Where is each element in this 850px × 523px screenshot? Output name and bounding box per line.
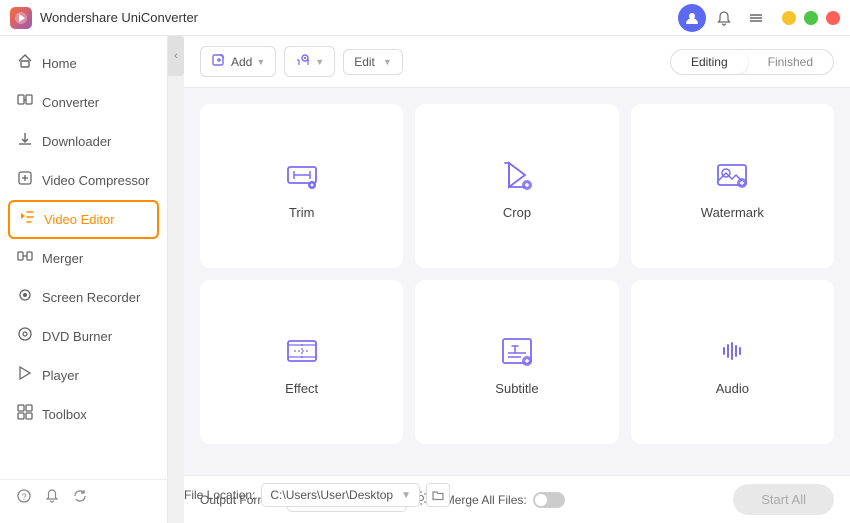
sidebar: Home Converter Downloader	[0, 36, 168, 523]
sidebar-item-player[interactable]: Player	[0, 356, 167, 395]
feature-audio[interactable]: Audio	[631, 280, 834, 444]
sidebar-label-toolbox: Toolbox	[42, 407, 87, 422]
player-icon	[16, 365, 34, 386]
edit-dropdown-arrow: ▼	[383, 57, 392, 67]
converter-icon	[16, 92, 34, 113]
compressor-icon	[16, 170, 34, 191]
notification-icon[interactable]	[710, 4, 738, 32]
watermark-label: Watermark	[701, 205, 764, 220]
add-icon	[211, 52, 227, 71]
file-location-value: C:\Users\User\Desktop	[270, 488, 393, 502]
add-secondary-arrow: ▼	[315, 57, 324, 67]
subtitle-label: Subtitle	[495, 381, 538, 396]
sidebar-item-merger[interactable]: Merger	[0, 239, 167, 278]
help-icon[interactable]: ?	[16, 488, 32, 507]
feature-effect[interactable]: Effect	[200, 280, 403, 444]
trim-label: Trim	[289, 205, 315, 220]
window-controls: − □ ✕	[782, 11, 840, 25]
sidebar-item-video-editor[interactable]: Video Editor	[8, 200, 159, 239]
effect-label: Effect	[285, 381, 318, 396]
merge-toggle[interactable]	[533, 492, 565, 508]
refresh-icon[interactable]	[72, 488, 88, 507]
dvd-icon	[16, 326, 34, 347]
add-secondary-icon	[295, 52, 311, 71]
tab-editing[interactable]: Editing	[671, 50, 748, 74]
sidebar-label-home: Home	[42, 56, 77, 71]
close-button[interactable]: ✕	[826, 11, 840, 25]
feature-crop[interactable]: Crop	[415, 104, 618, 268]
editor-area: Trim Crop	[184, 88, 850, 475]
user-avatar[interactable]	[678, 4, 706, 32]
start-all-button[interactable]: Start All	[733, 484, 834, 515]
feature-grid: Trim Crop	[200, 104, 834, 444]
screen-recorder-icon	[16, 287, 34, 308]
audio-label: Audio	[716, 381, 749, 396]
feature-subtitle[interactable]: Subtitle	[415, 280, 618, 444]
sidebar-item-screen-recorder[interactable]: Screen Recorder	[0, 278, 167, 317]
merge-files-field: Merge All Files:	[445, 492, 565, 508]
sidebar-label-video-compressor: Video Compressor	[42, 173, 149, 188]
add-files-label: Add	[231, 55, 252, 69]
add-files-secondary-button[interactable]: ▼	[284, 46, 335, 77]
file-location-arrow: ▼	[401, 490, 411, 501]
sidebar-item-video-compressor[interactable]: Video Compressor	[0, 161, 167, 200]
main-content: Add ▼ ▼ Edit ▼ Editing	[184, 36, 850, 523]
feature-watermark[interactable]: Watermark	[631, 104, 834, 268]
watermark-icon	[710, 153, 754, 197]
video-editor-icon	[18, 209, 36, 230]
toolbox-icon	[16, 404, 34, 425]
file-location-field: File Location: C:\Users\User\Desktop ▼	[184, 483, 450, 507]
svg-text:?: ?	[21, 492, 26, 502]
sidebar-label-downloader: Downloader	[42, 134, 111, 149]
add-dropdown-arrow: ▼	[256, 57, 265, 67]
sidebar-label-merger: Merger	[42, 251, 83, 266]
trim-icon	[280, 153, 324, 197]
sidebar-item-converter[interactable]: Converter	[0, 83, 167, 122]
browse-folder-button[interactable]	[426, 483, 450, 507]
sidebar-label-video-editor: Video Editor	[44, 212, 115, 227]
menu-icon[interactable]	[742, 4, 770, 32]
file-location-select[interactable]: C:\Users\User\Desktop ▼	[261, 483, 420, 507]
edit-mode-select[interactable]: Edit ▼	[343, 49, 403, 75]
audio-icon	[710, 329, 754, 373]
app-title: Wondershare UniConverter	[40, 10, 678, 25]
sidebar-label-dvd-burner: DVD Burner	[42, 329, 112, 344]
downloader-icon	[16, 131, 34, 152]
add-files-button[interactable]: Add ▼	[200, 46, 276, 77]
sidebar-label-player: Player	[42, 368, 79, 383]
edit-label: Edit	[354, 55, 375, 69]
toolbar: Add ▼ ▼ Edit ▼ Editing	[184, 36, 850, 88]
sidebar-item-home[interactable]: Home	[0, 44, 167, 83]
collapse-sidebar-button[interactable]: ‹	[168, 36, 184, 76]
view-tabs: Editing Finished	[670, 49, 834, 75]
sidebar-label-converter: Converter	[42, 95, 99, 110]
sidebar-label-screen-recorder: Screen Recorder	[42, 290, 140, 305]
sidebar-bottom: ?	[0, 479, 167, 515]
app-logo	[10, 7, 32, 29]
app-body: Home Converter Downloader	[0, 36, 850, 523]
maximize-button[interactable]: □	[804, 11, 818, 25]
file-location-label: File Location:	[184, 488, 255, 502]
titlebar-controls: − □ ✕	[678, 4, 840, 32]
crop-label: Crop	[503, 205, 531, 220]
titlebar: Wondershare UniConverter − □ ✕	[0, 0, 850, 36]
effect-icon	[280, 329, 324, 373]
sidebar-item-toolbox[interactable]: Toolbox	[0, 395, 167, 434]
merge-files-label: Merge All Files:	[445, 493, 527, 507]
crop-icon	[495, 153, 539, 197]
subtitle-icon	[495, 329, 539, 373]
sidebar-item-dvd-burner[interactable]: DVD Burner	[0, 317, 167, 356]
bell-icon[interactable]	[44, 488, 60, 507]
feature-trim[interactable]: Trim	[200, 104, 403, 268]
minimize-button[interactable]: −	[782, 11, 796, 25]
home-icon	[16, 53, 34, 74]
merger-icon	[16, 248, 34, 269]
bottom-bar: Output Format: MP4 Video ▼ Merge All Fil…	[184, 475, 850, 523]
sidebar-item-downloader[interactable]: Downloader	[0, 122, 167, 161]
tab-finished[interactable]: Finished	[748, 50, 833, 74]
